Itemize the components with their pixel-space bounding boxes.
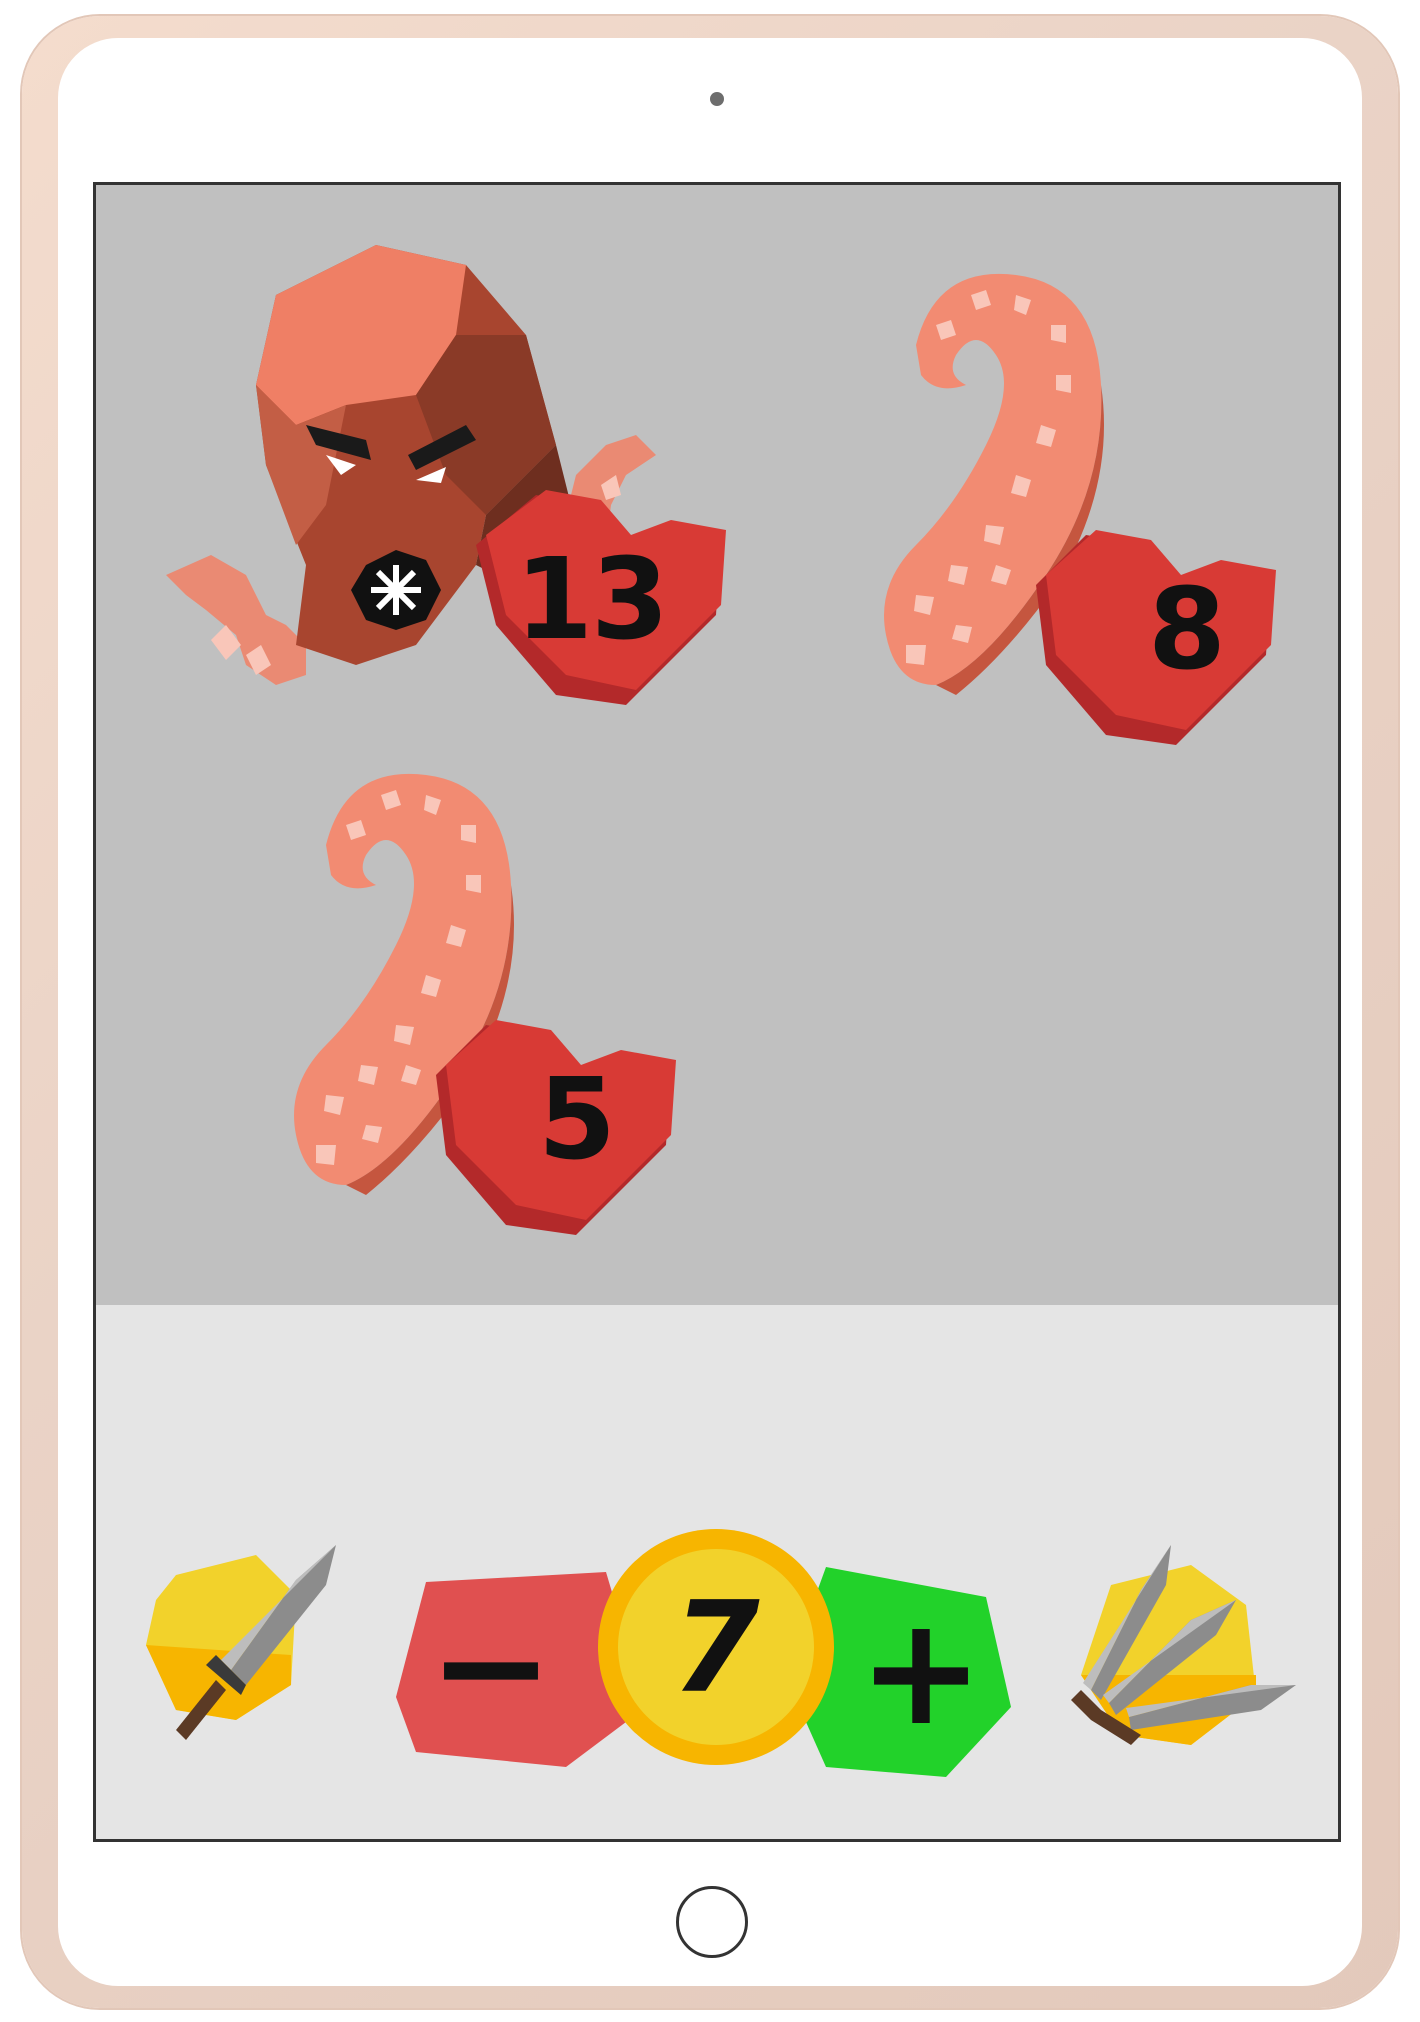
home-button[interactable] (676, 1886, 748, 1958)
plus-label: + (858, 1585, 984, 1759)
attack-value: 7 (672, 1573, 760, 1721)
sword-icon (146, 1545, 336, 1740)
control-bar: − + 7 (96, 1305, 1338, 1839)
enemy-health: 13 (515, 535, 669, 665)
enemy-health: 8 (1148, 565, 1226, 695)
attack-value-display[interactable]: 7 (596, 1527, 836, 1767)
enemy-tentacle[interactable]: 5 (286, 765, 706, 1245)
single-weapon-button[interactable] (146, 1545, 346, 1745)
enemy-tentacle[interactable]: 8 (876, 265, 1296, 745)
minus-label: − (428, 1580, 554, 1754)
front-camera (710, 92, 724, 106)
enemy-health: 5 (538, 1055, 616, 1185)
battle-area: 13 8 5 (96, 185, 1338, 1305)
triple-blade-icon (1071, 1545, 1296, 1745)
octopus-icon (166, 245, 726, 705)
game-screen: 13 8 5 − + 7 (93, 182, 1341, 1842)
multi-weapon-button[interactable] (1071, 1545, 1301, 1765)
enemy-octopus[interactable]: 13 (156, 245, 786, 725)
